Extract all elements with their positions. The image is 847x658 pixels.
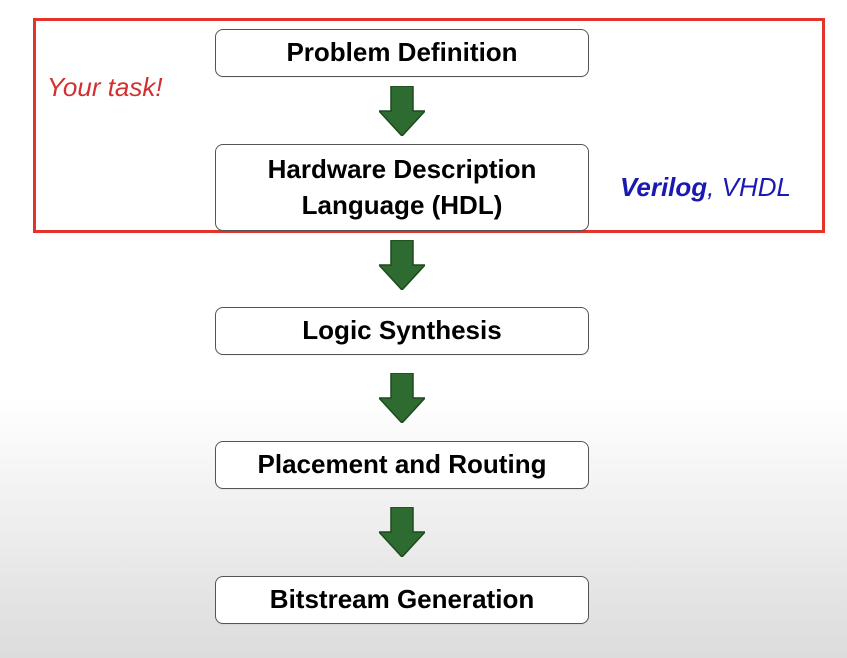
step-label: Problem Definition [286,37,518,68]
hdl-languages-label: Verilog, VHDL [620,172,791,203]
step-label: Hardware Description Language (HDL) [267,154,537,220]
down-arrow-icon [379,86,425,136]
step-label: Placement and Routing [257,449,547,480]
step-problem-definition: Problem Definition [215,29,589,77]
down-arrow-icon [379,373,425,423]
step-hardware-description-language: Hardware Description Language (HDL) [215,144,589,231]
step-label: Logic Synthesis [302,315,502,346]
task-label: Your task! [47,72,163,102]
down-arrow-icon [379,240,425,290]
down-arrow-icon [379,507,425,557]
step-logic-synthesis: Logic Synthesis [215,307,589,355]
step-placement-and-routing: Placement and Routing [215,441,589,489]
language-primary: Verilog [620,172,708,202]
step-bitstream-generation: Bitstream Generation [215,576,589,624]
language-secondary: VHDL [714,172,791,202]
step-label: Bitstream Generation [269,584,535,615]
